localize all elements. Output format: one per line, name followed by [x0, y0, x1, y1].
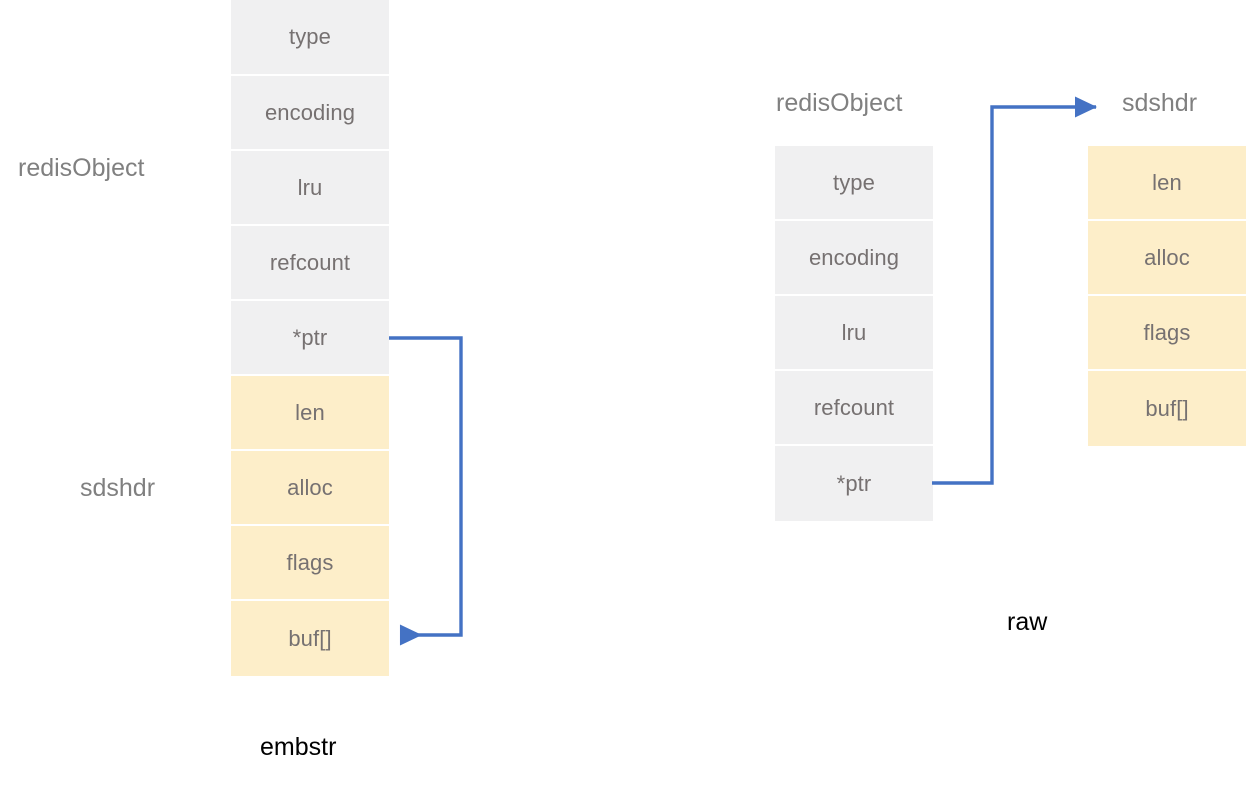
embstr-field-alloc: alloc	[231, 451, 389, 526]
field-label: flags	[1143, 319, 1191, 345]
raw-field-alloc: alloc	[1088, 221, 1246, 296]
field-label: lru	[297, 174, 323, 200]
embstr-field-len: len	[231, 376, 389, 451]
embstr-redisobject-label: redisObject	[18, 154, 145, 182]
field-label: buf[]	[1145, 395, 1189, 421]
field-label: encoding	[264, 99, 356, 125]
raw-field-type: type	[775, 146, 933, 221]
field-label: *ptr	[836, 470, 872, 496]
diagram-canvas: redisObject sdshdr type encoding lru ref…	[0, 0, 1249, 785]
embstr-caption: embstr	[260, 733, 337, 761]
embstr-sdshdr-label: sdshdr	[80, 474, 156, 502]
arrow-layer	[389, 96, 1098, 646]
field-label: alloc	[287, 474, 333, 500]
raw-sdshdr-label: sdshdr	[1122, 89, 1198, 117]
raw-redisobject-column: type encoding lru refcount *ptr	[775, 146, 933, 521]
embstr-field-lru: lru	[231, 151, 389, 226]
field-label: buf[]	[288, 625, 332, 651]
embstr-field-type: type	[231, 0, 389, 76]
raw-field-encoding: encoding	[775, 221, 933, 296]
embstr-field-encoding: encoding	[231, 76, 389, 151]
raw-field-buf: buf[]	[1088, 371, 1246, 446]
embstr-field-refcount: refcount	[231, 226, 389, 301]
embstr-field-flags: flags	[231, 526, 389, 601]
field-label: type	[833, 169, 875, 195]
field-label: encoding	[808, 244, 900, 270]
raw-field-flags: flags	[1088, 296, 1246, 371]
field-label: refcount	[813, 394, 895, 420]
field-label: len	[1152, 169, 1182, 195]
field-label: alloc	[1144, 244, 1190, 270]
raw-sdshdr-column: len alloc flags buf[]	[1088, 146, 1246, 446]
embstr-field-ptr: *ptr	[231, 301, 389, 376]
raw-field-len: len	[1088, 146, 1246, 221]
raw-caption: raw	[1007, 608, 1048, 636]
field-label: lru	[841, 319, 867, 345]
field-label: *ptr	[292, 324, 328, 350]
field-label: len	[295, 399, 325, 425]
raw-ptr-to-sdshdr-arrow	[932, 96, 1098, 485]
raw-field-ptr: *ptr	[775, 446, 933, 521]
raw-field-refcount: refcount	[775, 371, 933, 446]
field-label: type	[289, 24, 331, 49]
field-label: refcount	[269, 249, 351, 275]
field-label: flags	[286, 549, 334, 575]
embstr-ptr-to-buf-arrow	[389, 336, 463, 646]
embstr-struct-column: type encoding lru refcount *ptr len allo…	[231, 0, 389, 676]
raw-redisobject-label: redisObject	[776, 89, 903, 117]
embstr-field-buf: buf[]	[231, 601, 389, 676]
raw-field-lru: lru	[775, 296, 933, 371]
